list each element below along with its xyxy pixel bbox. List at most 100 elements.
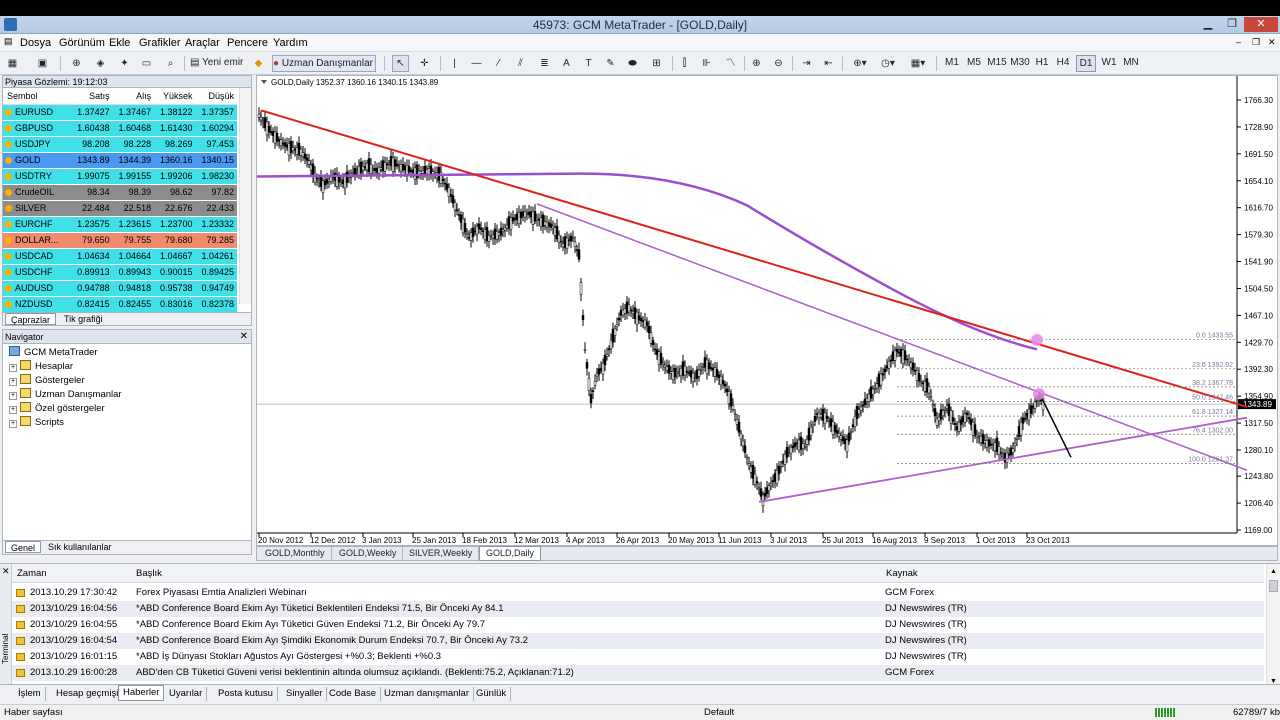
mdi-close-button[interactable]: ✕ bbox=[1268, 37, 1276, 48]
profiles-icon[interactable]: ▣ bbox=[34, 55, 51, 72]
expert-advisors-button[interactable]: ● Uzman Danışmanlar bbox=[272, 55, 376, 72]
market-watch-row[interactable]: USDTRY 1.99075 1.99155 1.99206 1.98230 bbox=[3, 167, 237, 184]
navigator-icon[interactable]: ✦ bbox=[116, 55, 133, 72]
expand-icon[interactable]: + bbox=[9, 378, 17, 386]
new-order-button[interactable]: ▤ Yeni emir bbox=[190, 55, 246, 72]
timeframe-h1[interactable]: H1 bbox=[1034, 55, 1050, 72]
terminal-tab[interactable]: Code Base bbox=[325, 687, 382, 701]
close-button[interactable]: ✕ bbox=[1244, 17, 1278, 32]
navigator-close-icon[interactable]: ✕ bbox=[240, 330, 248, 344]
templates-icon[interactable]: ▦▾ bbox=[906, 55, 930, 72]
column-1[interactable]: Satış bbox=[71, 88, 113, 105]
menu-help[interactable]: Yardım bbox=[273, 37, 308, 49]
market-watch-icon[interactable]: ⊕ bbox=[68, 55, 85, 72]
tab-symbols[interactable]: Çaprazlar bbox=[5, 313, 57, 325]
scroll-up-arrow[interactable]: ▲ bbox=[1267, 568, 1280, 575]
navigator-root[interactable]: GCM MetaTrader bbox=[9, 346, 98, 360]
text-label-icon[interactable]: T bbox=[580, 55, 597, 72]
vertical-line-icon[interactable]: | bbox=[446, 55, 463, 72]
market-watch-row[interactable]: SILVER 22.484 22.518 22.676 22.433 bbox=[3, 199, 237, 216]
market-watch-row[interactable]: AUDUSD 0.94788 0.94818 0.95738 0.94749 bbox=[3, 279, 237, 296]
timeframe-m5[interactable]: M5 bbox=[966, 55, 982, 72]
market-watch-row[interactable]: NZDUSD 0.82415 0.82455 0.83016 0.82378 bbox=[3, 295, 237, 312]
column-3[interactable]: Yüksek bbox=[154, 88, 196, 105]
arrows-icon[interactable]: ✎ bbox=[602, 55, 619, 72]
market-watch-row[interactable]: EURUSD 1.37427 1.37467 1.38122 1.37357 bbox=[3, 103, 237, 120]
timeframe-mn[interactable]: MN bbox=[1122, 55, 1140, 72]
navigator-item-indicators[interactable]: + Göstergeler bbox=[9, 374, 85, 388]
crosshair-tool-icon[interactable]: ✛ bbox=[416, 55, 433, 72]
auto-scroll-icon[interactable]: ⇥ bbox=[798, 55, 815, 72]
scroll-thumb[interactable] bbox=[1269, 580, 1278, 592]
zoom-out-icon[interactable]: ⊖ bbox=[770, 55, 787, 72]
chart-window-icon[interactable]: ▤ bbox=[4, 36, 13, 47]
tab-general[interactable]: Genel bbox=[5, 541, 42, 553]
menu-tools[interactable]: Araçlar bbox=[185, 37, 220, 49]
terminal-scrollbar[interactable]: ▲ ▼ bbox=[1266, 564, 1280, 689]
timeframe-h4[interactable]: H4 bbox=[1055, 55, 1071, 72]
news-row[interactable]: 2013/10/29 16:01:15 *ABD İş Dünyası Stokl… bbox=[12, 649, 1264, 665]
chart-window[interactable]: 1766.30 1728.90 1691.50 1654.10 1616.70 1579.… bbox=[256, 75, 1278, 546]
timeframe-m15[interactable]: M15 bbox=[986, 55, 1008, 72]
new-chart-icon[interactable]: ▦ bbox=[4, 55, 21, 72]
indicators-icon[interactable]: ⊕▾ bbox=[848, 55, 872, 72]
timeframe-m1[interactable]: M1 bbox=[944, 55, 960, 72]
expand-icon[interactable]: + bbox=[9, 364, 17, 372]
terminal-tab[interactable]: Günlük bbox=[472, 687, 512, 701]
trendline-icon[interactable]: ⁄ bbox=[490, 55, 507, 72]
market-watch-row[interactable]: USDJPY 98.208 98.228 98.269 97.453 bbox=[3, 135, 237, 152]
news-row[interactable]: 2013.10.29 17:30:42 Forex Piyasası Emtia … bbox=[12, 585, 1264, 601]
menu-charts[interactable]: Grafikler bbox=[139, 37, 181, 49]
menu-window[interactable]: Pencere bbox=[227, 37, 268, 49]
terminal-close-icon[interactable]: ✕ bbox=[2, 566, 10, 577]
data-window-icon[interactable]: ◈ bbox=[92, 55, 109, 72]
expand-icon[interactable]: + bbox=[9, 392, 17, 400]
market-watch-row[interactable]: CrudeOIL 98.34 98.39 98.62 97.82 bbox=[3, 183, 237, 200]
news-row[interactable]: 2013/10/29 16:04:56 *ABD Conference Board… bbox=[12, 601, 1264, 617]
market-watch-row[interactable]: DOLLAR... 79.650 79.755 79.680 79.285 bbox=[3, 231, 237, 248]
chart-tab-silver-weekly[interactable]: SILVER,Weekly bbox=[403, 547, 480, 560]
objects-icon[interactable]: ⊞ bbox=[648, 55, 665, 72]
mdi-minimize-button[interactable]: ‒ bbox=[1236, 37, 1241, 47]
strategy-tester-icon[interactable]: ⌕ bbox=[162, 55, 179, 72]
column-source[interactable]: Kaynak bbox=[886, 568, 918, 579]
market-watch-row[interactable]: EURCHF 1.23575 1.23615 1.23700 1.23332 bbox=[3, 215, 237, 232]
equidistant-channel-icon[interactable]: ⫽ bbox=[512, 55, 529, 72]
periods-icon[interactable]: ◷▾ bbox=[876, 55, 900, 72]
timeframe-w1[interactable]: W1 bbox=[1100, 55, 1118, 72]
column-headline[interactable]: Başlık bbox=[136, 568, 162, 579]
maximize-button[interactable]: ❐ bbox=[1220, 17, 1244, 32]
terminal-tab[interactable]: Uyarılar bbox=[165, 687, 208, 701]
bar-chart-icon[interactable]: ⫿ bbox=[676, 55, 693, 72]
menu-file[interactable]: Dosya bbox=[20, 37, 51, 49]
market-watch-scrollbar[interactable] bbox=[239, 88, 251, 304]
navigator-item-custom-indicators[interactable]: + Özel göstergeler bbox=[9, 402, 105, 416]
expand-icon[interactable]: + bbox=[9, 406, 17, 414]
horizontal-line-icon[interactable]: — bbox=[468, 55, 485, 72]
minimize-button[interactable]: ▁ bbox=[1196, 17, 1220, 32]
column-0[interactable]: Sembol bbox=[3, 88, 72, 105]
line-chart-icon[interactable]: 〽 bbox=[722, 55, 739, 72]
tab-tick-chart[interactable]: Tik grafiği bbox=[59, 313, 108, 325]
terminal-tab[interactable]: Haberler bbox=[118, 685, 165, 701]
chart-tab-gold-weekly[interactable]: GOLD,Weekly bbox=[333, 547, 404, 560]
market-watch-row[interactable]: USDCHF 0.89913 0.89943 0.90015 0.89425 bbox=[3, 263, 237, 280]
navigator-item-scripts[interactable]: + Scripts bbox=[9, 416, 64, 430]
chart-tab-gold-monthly[interactable]: GOLD,Monthly bbox=[259, 547, 332, 560]
market-watch-row[interactable]: USDCAD 1.04634 1.04664 1.04667 1.04261 bbox=[3, 247, 237, 264]
market-watch-row[interactable]: GBPUSD 1.60438 1.60468 1.61430 1.60294 bbox=[3, 119, 237, 136]
news-row[interactable]: 2013.10.29 16:00:28 ABD'den CB Tüketici G… bbox=[12, 665, 1264, 681]
cursor-tool-icon[interactable]: ↖ bbox=[392, 55, 409, 72]
terminal-tab[interactable]: İşlem bbox=[14, 687, 46, 701]
mdi-restore-button[interactable]: ❐ bbox=[1252, 37, 1260, 48]
chart-tab-gold-daily[interactable]: GOLD,Daily bbox=[479, 546, 542, 561]
news-row[interactable]: 2013/10/29 16:04:55 *ABD Conference Board… bbox=[12, 617, 1264, 633]
zoom-in-icon[interactable]: ⊕ bbox=[748, 55, 765, 72]
gold-daily-chart[interactable]: 1766.30 1728.90 1691.50 1654.10 1616.70 1579.… bbox=[256, 76, 1277, 545]
fibonacci-icon[interactable]: ≣ bbox=[536, 55, 553, 72]
menu-insert[interactable]: Ekle bbox=[109, 37, 130, 49]
terminal-tab[interactable]: Uzman danışmanlar bbox=[380, 687, 475, 701]
terminal-tab[interactable]: Hesap geçmişi bbox=[52, 687, 124, 701]
column-4[interactable]: Düşük bbox=[195, 88, 237, 105]
navigator-item-experts[interactable]: + Uzman Danışmanlar bbox=[9, 388, 122, 402]
